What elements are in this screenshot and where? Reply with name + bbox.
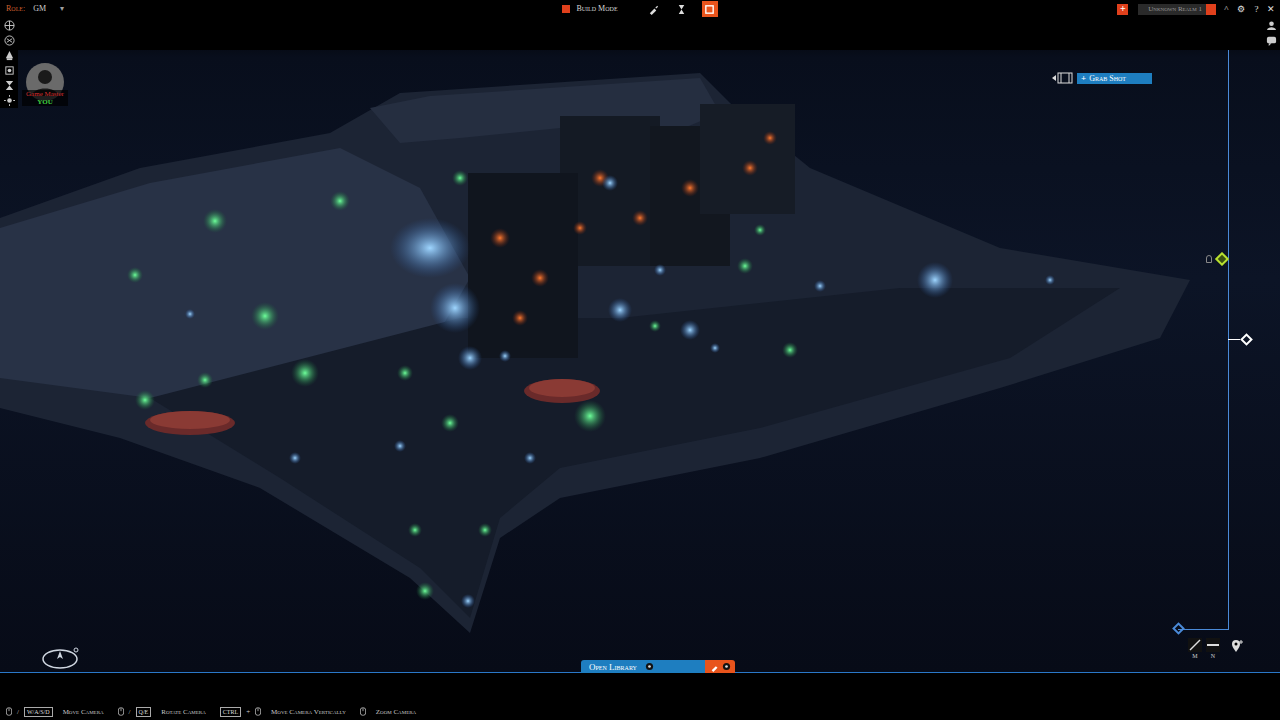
hint-label: Move Camera Vertically bbox=[271, 707, 346, 718]
layers-icon[interactable] bbox=[4, 35, 15, 46]
creature-icon[interactable] bbox=[4, 50, 15, 61]
role-label: Role: bbox=[6, 3, 25, 15]
role-dropdown[interactable]: ▾ bbox=[60, 3, 64, 15]
key-cap: CTRL bbox=[220, 707, 241, 717]
library-label: Open Library bbox=[589, 661, 637, 673]
tool-button[interactable] bbox=[702, 1, 718, 17]
top-bar: Role: GM ▾ Build Mode + Unknown Realm 1 ^ ⚙? ✕ bbox=[0, 0, 1280, 18]
mouse-icon[interactable] bbox=[6, 707, 12, 716]
film-icon[interactable] bbox=[1052, 72, 1074, 84]
tool-button[interactable] bbox=[646, 1, 662, 17]
player-avatar: Game MasterYOU bbox=[20, 62, 70, 106]
hint-separator: / bbox=[17, 707, 19, 718]
lock-icon[interactable] bbox=[1206, 255, 1212, 263]
key-cap: Q/E bbox=[136, 707, 152, 717]
right-toolbar bbox=[1262, 18, 1280, 48]
frame-icon[interactable] bbox=[704, 4, 715, 15]
grab-shot-label: Grab Shot bbox=[1089, 73, 1126, 84]
role-value[interactable]: GM bbox=[33, 3, 46, 15]
hint-label: Rotate Camera bbox=[161, 707, 206, 718]
measure-box bbox=[1206, 638, 1220, 652]
realm-selector[interactable]: Unknown Realm 1 bbox=[1138, 4, 1216, 15]
game-viewport[interactable]: Game MasterYOU+Grab ShotMN bbox=[0, 18, 1280, 672]
grab-shot-button[interactable]: +Grab Shot bbox=[1077, 73, 1152, 84]
terrain-scene bbox=[0, 18, 1280, 672]
key-cap: W/A/S/D bbox=[24, 707, 53, 717]
hint-separator: + bbox=[246, 707, 250, 718]
hourglass-icon[interactable] bbox=[4, 80, 15, 91]
compass-icon[interactable] bbox=[40, 646, 82, 670]
window-button[interactable]: ? bbox=[1252, 5, 1261, 14]
line-measure-icon[interactable] bbox=[1189, 639, 1201, 651]
measure-tools: MN bbox=[1188, 638, 1244, 660]
mode-indicator bbox=[562, 5, 570, 13]
mode-label: Build Mode bbox=[576, 3, 617, 15]
bottom-bar: Open Library /W/A/S/DMove Camera/Q/ERota… bbox=[0, 672, 1280, 720]
measure-key: N bbox=[1211, 652, 1215, 660]
open-library-button[interactable]: Open Library bbox=[581, 660, 705, 673]
mouse-icon[interactable] bbox=[118, 707, 124, 716]
marker-line bbox=[1228, 339, 1240, 340]
window-button[interactable]: ^ bbox=[1222, 5, 1231, 14]
player-name: Game Master bbox=[26, 90, 64, 98]
sun-icon[interactable] bbox=[4, 95, 15, 106]
window-button[interactable]: ⚙ bbox=[1237, 5, 1246, 14]
hint-separator: / bbox=[129, 707, 131, 718]
hint-label: Move Camera bbox=[63, 707, 104, 718]
hourglass-icon[interactable] bbox=[676, 4, 687, 15]
tool-button[interactable] bbox=[674, 1, 690, 17]
control-hint: / W/A/S/D Move Camera bbox=[6, 707, 104, 718]
chat-icon[interactable] bbox=[1266, 35, 1277, 46]
control-hint: / Q/E Rotate Camera bbox=[118, 707, 206, 718]
measure-tool[interactable]: N bbox=[1206, 638, 1220, 660]
build-mode-toggle[interactable]: Build Mode bbox=[562, 3, 617, 15]
control-hint: Zoom Camera bbox=[360, 707, 416, 718]
brush-icon[interactable] bbox=[648, 4, 659, 15]
measure-tool[interactable]: M bbox=[1188, 638, 1202, 660]
hint-label: Zoom Camera bbox=[376, 707, 416, 718]
measure-box bbox=[1188, 638, 1202, 652]
brush-icon[interactable] bbox=[710, 662, 720, 672]
left-toolbar bbox=[0, 18, 18, 108]
window-button[interactable]: ✕ bbox=[1267, 5, 1276, 14]
library-icon[interactable] bbox=[722, 662, 731, 671]
player-icon[interactable] bbox=[1266, 20, 1277, 31]
pin-add-icon[interactable] bbox=[1230, 639, 1244, 653]
measure-key: M bbox=[1192, 652, 1197, 660]
mouse-icon[interactable] bbox=[360, 707, 366, 716]
library-icon[interactable] bbox=[645, 662, 654, 671]
mouse-icon[interactable] bbox=[255, 707, 261, 716]
timeline-track bbox=[1228, 50, 1229, 630]
control-hint: CTRL + Move Camera Vertically bbox=[220, 707, 346, 718]
avatar-label: Game MasterYOU bbox=[22, 90, 68, 106]
timeline-base bbox=[1178, 629, 1228, 630]
realm-name: Unknown Realm 1 bbox=[1148, 4, 1206, 15]
board-icon[interactable] bbox=[4, 65, 15, 76]
grab-shot: +Grab Shot bbox=[1052, 72, 1152, 84]
plus-glyph: + bbox=[1081, 74, 1086, 83]
library-tools-button[interactable] bbox=[705, 660, 735, 673]
realm-flag bbox=[1206, 4, 1216, 15]
flat-measure-icon[interactable] bbox=[1207, 639, 1219, 651]
player-tag: YOU bbox=[37, 98, 53, 106]
add-button[interactable]: + bbox=[1117, 4, 1128, 15]
globe-icon[interactable] bbox=[4, 20, 15, 31]
